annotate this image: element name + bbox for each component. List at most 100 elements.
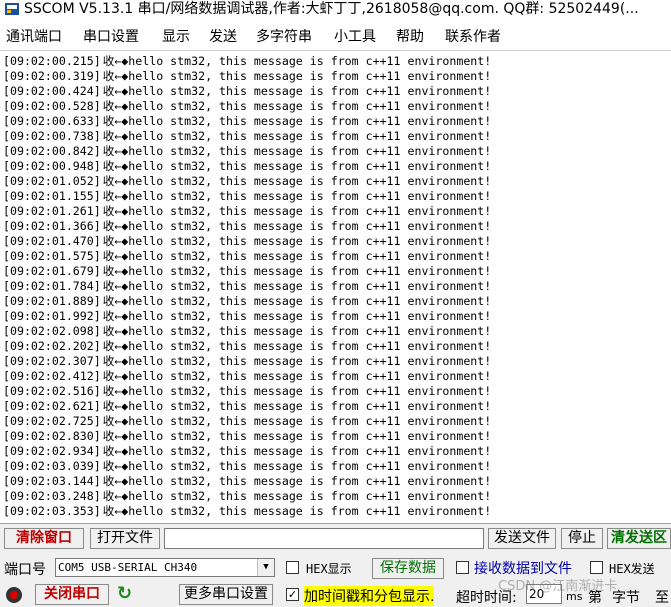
refresh-icon[interactable]: ↻ <box>117 583 132 604</box>
log-line: [09:02:01.889] 收←◆hello stm32, this messa… <box>3 294 491 309</box>
log-message: 收←◆hello stm32, this message is from c++… <box>102 369 492 383</box>
log-timestamp: [09:02:00.528] <box>3 99 101 113</box>
log-line: [09:02:01.575] 收←◆hello stm32, this messa… <box>3 249 491 264</box>
log-timestamp: [09:02:01.679] <box>3 264 101 278</box>
record-icon <box>6 587 22 603</box>
open-file-button[interactable]: 打开文件 <box>90 528 160 549</box>
title-bar: SSCOM V5.13.1 串口/网络数据调试器,作者:大虾丁丁,2618058… <box>0 0 671 20</box>
log-message: 收←◆hello stm32, this message is from c++… <box>102 249 492 263</box>
log-message: 收←◆hello stm32, this message is from c++… <box>102 159 492 173</box>
menu-serial-settings[interactable]: 串口设置 <box>83 26 139 46</box>
log-line: [09:02:00.215] 收←◆hello stm32, this messa… <box>3 54 491 69</box>
log-line: [09:02:02.098] 收←◆hello stm32, this messa… <box>3 324 491 339</box>
log-message: 收←◆hello stm32, this message is from c++… <box>102 429 492 443</box>
log-line: [09:02:02.412] 收←◆hello stm32, this messa… <box>3 369 491 384</box>
menu-bar: 通讯端口 串口设置 显示 发送 多字符串 小工具 帮助 联系作者 <box>0 20 671 50</box>
log-message: 收←◆hello stm32, this message is from c++… <box>102 354 492 368</box>
log-timestamp: [09:02:03.039] <box>3 459 101 473</box>
menu-contact-author[interactable]: 联系作者 <box>445 26 501 46</box>
log-message: 收←◆hello stm32, this message is from c++… <box>102 174 492 188</box>
clear-send-button[interactable]: 清发送区 <box>607 528 671 549</box>
menu-send[interactable]: 发送 <box>209 26 237 46</box>
log-timestamp: [09:02:01.366] <box>3 219 101 233</box>
log-line: [09:02:00.948] 收←◆hello stm32, this messa… <box>3 159 491 174</box>
menu-tools[interactable]: 小工具 <box>334 26 376 46</box>
log-message: 收←◆hello stm32, this message is from c++… <box>102 459 492 473</box>
log-message: 收←◆hello stm32, this message is from c++… <box>102 444 492 458</box>
log-line: [09:02:02.830] 收←◆hello stm32, this messa… <box>3 429 491 444</box>
log-timestamp: [09:02:01.155] <box>3 189 101 203</box>
log-timestamp: [09:02:00.738] <box>3 129 101 143</box>
save-data-button[interactable]: 保存数据 <box>372 558 444 579</box>
log-message: 收←◆hello stm32, this message is from c++… <box>102 219 492 233</box>
log-timestamp: [09:02:00.948] <box>3 159 101 173</box>
log-lines: [09:02:00.215] 收←◆hello stm32, this messa… <box>3 54 491 519</box>
log-message: 收←◆hello stm32, this message is from c++… <box>102 264 492 278</box>
log-message: 收←◆hello stm32, this message is from c++… <box>102 99 492 113</box>
receive-output[interactable]: [09:02:00.215] 收←◆hello stm32, this messa… <box>0 50 671 524</box>
log-line: [09:02:00.424] 收←◆hello stm32, this messa… <box>3 84 491 99</box>
log-line: [09:02:02.307] 收←◆hello stm32, this messa… <box>3 354 491 369</box>
log-message: 收←◆hello stm32, this message is from c++… <box>102 144 492 158</box>
port-select[interactable]: COM5 USB-SERIAL CH340 ▼ <box>55 558 275 577</box>
hex-send-checkbox[interactable] <box>590 561 603 574</box>
log-timestamp: [09:02:02.621] <box>3 399 101 413</box>
log-message: 收←◆hello stm32, this message is from c++… <box>102 309 492 323</box>
log-message: 收←◆hello stm32, this message is from c++… <box>102 54 492 68</box>
log-message: 收←◆hello stm32, this message is from c++… <box>102 279 492 293</box>
send-file-button[interactable]: 发送文件 <box>488 528 556 549</box>
log-message: 收←◆hello stm32, this message is from c++… <box>102 114 492 128</box>
chevron-down-icon[interactable]: ▼ <box>257 559 274 576</box>
log-message: 收←◆hello stm32, this message is from c++… <box>102 504 492 518</box>
recv-to-file-checkbox[interactable] <box>456 561 469 574</box>
file-path-field[interactable] <box>164 528 484 549</box>
log-line: [09:02:02.934] 收←◆hello stm32, this messa… <box>3 444 491 459</box>
log-line: [09:02:03.039] 收←◆hello stm32, this messa… <box>3 459 491 474</box>
log-line: [09:02:00.842] 收←◆hello stm32, this messa… <box>3 144 491 159</box>
log-message: 收←◆hello stm32, this message is from c++… <box>102 399 492 413</box>
log-line: [09:02:01.261] 收←◆hello stm32, this messa… <box>3 204 491 219</box>
log-line: [09:02:01.155] 收←◆hello stm32, this messa… <box>3 189 491 204</box>
log-line: [09:02:02.621] 收←◆hello stm32, this messa… <box>3 399 491 414</box>
log-message: 收←◆hello stm32, this message is from c++… <box>102 84 492 98</box>
log-line: [09:02:03.144] 收←◆hello stm32, this messa… <box>3 474 491 489</box>
menu-help[interactable]: 帮助 <box>396 26 424 46</box>
stop-button[interactable]: 停止 <box>561 528 603 549</box>
hex-display-checkbox[interactable] <box>286 561 299 574</box>
clear-window-button[interactable]: 清除窗口 <box>4 528 84 549</box>
log-timestamp: [09:02:00.842] <box>3 144 101 158</box>
log-timestamp: [09:02:01.261] <box>3 204 101 218</box>
log-timestamp: [09:02:03.353] <box>3 504 101 518</box>
log-message: 收←◆hello stm32, this message is from c++… <box>102 414 492 428</box>
timestamp-split-label: 加时间戳和分包显示. <box>304 586 435 606</box>
log-line: [09:02:01.784] 收←◆hello stm32, this messa… <box>3 279 491 294</box>
log-timestamp: [09:02:03.144] <box>3 474 101 488</box>
timestamp-checkbox[interactable]: ✓ <box>286 588 299 601</box>
log-timestamp: [09:02:02.934] <box>3 444 101 458</box>
log-line: [09:02:00.738] 收←◆hello stm32, this messa… <box>3 129 491 144</box>
log-timestamp: [09:02:00.424] <box>3 84 101 98</box>
menu-comm-port[interactable]: 通讯端口 <box>6 26 62 46</box>
hex-display-label: HEX显示 <box>306 562 352 576</box>
log-timestamp: [09:02:02.307] <box>3 354 101 368</box>
log-timestamp: [09:02:01.992] <box>3 309 101 323</box>
log-line: [09:02:03.353] 收←◆hello stm32, this messa… <box>3 504 491 519</box>
log-line: [09:02:01.992] 收←◆hello stm32, this messa… <box>3 309 491 324</box>
log-timestamp: [09:02:01.470] <box>3 234 101 248</box>
log-timestamp: [09:02:02.830] <box>3 429 101 443</box>
watermark: CSDN @江南渐进卡 <box>498 579 618 594</box>
port-value: COM5 USB-SERIAL CH340 <box>58 561 198 574</box>
menu-display[interactable]: 显示 <box>162 26 190 46</box>
close-port-button[interactable]: 关闭串口 <box>35 584 109 605</box>
log-timestamp: [09:02:03.248] <box>3 489 101 503</box>
log-message: 收←◆hello stm32, this message is from c++… <box>102 384 492 398</box>
log-line: [09:02:02.725] 收←◆hello stm32, this messa… <box>3 414 491 429</box>
more-serial-settings-button[interactable]: 更多串口设置 <box>179 584 273 605</box>
log-message: 收←◆hello stm32, this message is from c++… <box>102 339 492 353</box>
log-timestamp: [09:02:02.516] <box>3 384 101 398</box>
log-timestamp: [09:02:00.215] <box>3 54 101 68</box>
log-message: 收←◆hello stm32, this message is from c++… <box>102 294 492 308</box>
log-line: [09:02:00.319] 收←◆hello stm32, this messa… <box>3 69 491 84</box>
menu-multi-string[interactable]: 多字符串 <box>256 26 312 46</box>
log-timestamp: [09:02:01.889] <box>3 294 101 308</box>
